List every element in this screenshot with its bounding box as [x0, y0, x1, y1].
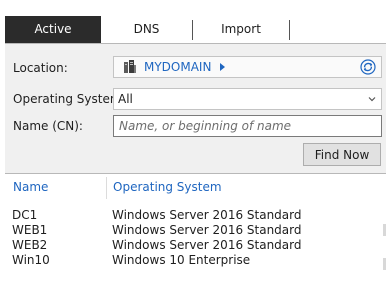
find-now-button[interactable]: Find Now	[303, 143, 381, 166]
table-row[interactable]: Win10 Windows 10 Enterprise	[5, 253, 386, 268]
tab-strip: Active Directory DNS Import	[5, 16, 290, 63]
row-operating-system: Windows Server 2016 Standard	[112, 223, 302, 237]
tab-separator	[289, 20, 290, 40]
server-icon	[124, 60, 136, 73]
chevron-right-icon[interactable]	[220, 63, 225, 71]
results-list: Name Operating System DC1 Windows Server…	[5, 174, 386, 293]
operating-system-label: Operating System:	[13, 92, 126, 106]
chevron-down-icon	[368, 97, 376, 102]
result-rows: DC1 Windows Server 2016 Standard WEB1 Wi…	[5, 208, 386, 268]
name-label: Name (CN):	[13, 119, 83, 133]
row-operating-system: Windows Server 2016 Standard	[112, 238, 302, 252]
tab-active-directory[interactable]: Active Directory	[5, 16, 101, 63]
location-selector[interactable]: MYDOMAIN	[113, 56, 382, 78]
table-row[interactable]: WEB2 Windows Server 2016 Standard	[5, 238, 386, 253]
operating-system-dropdown[interactable]: All	[113, 88, 382, 110]
row-name: Win10	[12, 253, 50, 267]
location-value: MYDOMAIN	[144, 60, 212, 74]
column-header-operating-system[interactable]: Operating System	[113, 180, 222, 194]
column-divider[interactable]	[106, 177, 107, 199]
row-operating-system: Windows 10 Enterprise	[112, 253, 251, 267]
active-directory-search-dialog: Active Directory DNS Import Location: MY…	[0, 0, 386, 293]
refresh-icon[interactable]	[360, 59, 376, 75]
row-name: WEB2	[12, 238, 48, 252]
tab-dns[interactable]: DNS	[101, 16, 192, 43]
table-row[interactable]: WEB1 Windows Server 2016 Standard	[5, 223, 386, 238]
search-panel: Location: MYDOMAIN Operating System: All…	[5, 43, 386, 174]
location-label: Location:	[13, 61, 68, 75]
name-input[interactable]	[113, 115, 382, 137]
operating-system-value: All	[118, 92, 133, 106]
row-operating-system: Windows Server 2016 Standard	[112, 208, 302, 222]
table-row[interactable]: DC1 Windows Server 2016 Standard	[5, 208, 386, 223]
row-name: WEB1	[12, 223, 48, 237]
tab-import[interactable]: Import	[193, 16, 289, 43]
row-name: DC1	[12, 208, 38, 222]
column-header-name[interactable]: Name	[13, 180, 48, 194]
